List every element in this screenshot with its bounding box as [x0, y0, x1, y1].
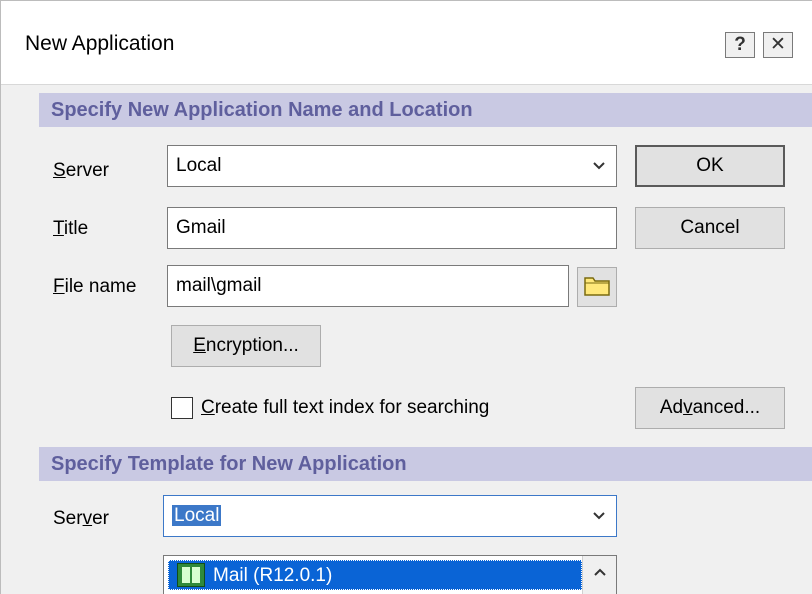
title-input[interactable]: Gmail — [167, 207, 617, 249]
title-label: Title — [53, 218, 89, 239]
close-icon: ✕ — [770, 34, 786, 55]
fulltext-index-checkbox[interactable] — [171, 397, 193, 419]
window-title: New Application — [25, 32, 175, 55]
encryption-button[interactable]: Encryption... — [171, 325, 321, 367]
server-dropdown-value: Local — [176, 155, 222, 176]
list-item[interactable]: Mail (R12.0.1) — [168, 560, 582, 590]
section-header-template: Specify Template for New Application — [39, 447, 812, 481]
cancel-button[interactable]: Cancel — [635, 207, 785, 249]
filename-label: File name — [53, 276, 137, 297]
ok-button[interactable]: OK — [635, 145, 785, 187]
server-label: Server — [53, 160, 109, 181]
close-button[interactable]: ✕ — [763, 32, 793, 58]
template-server-label: Server — [53, 508, 109, 529]
server-dropdown[interactable]: Local — [167, 145, 617, 187]
chevron-down-icon — [582, 496, 616, 536]
title-bar: New Application ? ✕ — [1, 1, 812, 85]
filename-input[interactable]: mail\gmail — [167, 265, 569, 307]
browse-folder-button[interactable] — [577, 267, 617, 307]
section-header-name-location: Specify New Application Name and Locatio… — [39, 93, 812, 127]
list-item-label: Mail (R12.0.1) — [213, 565, 333, 586]
help-button[interactable]: ? — [725, 32, 755, 58]
advanced-button[interactable]: Advanced... — [635, 387, 785, 429]
template-list[interactable]: Mail (R12.0.1) — [163, 555, 617, 594]
database-icon — [177, 563, 205, 587]
template-server-dropdown[interactable]: Local — [163, 495, 617, 537]
new-application-dialog: New Application ? ✕ Specify New Applicat… — [0, 0, 812, 594]
chevron-up-icon[interactable] — [583, 556, 616, 588]
folder-icon — [584, 274, 610, 301]
list-scrollbar[interactable] — [582, 556, 616, 594]
chevron-down-icon — [582, 146, 616, 186]
template-server-value: Local — [172, 505, 222, 526]
fulltext-index-label[interactable]: Create full text index for searching — [201, 397, 489, 419]
